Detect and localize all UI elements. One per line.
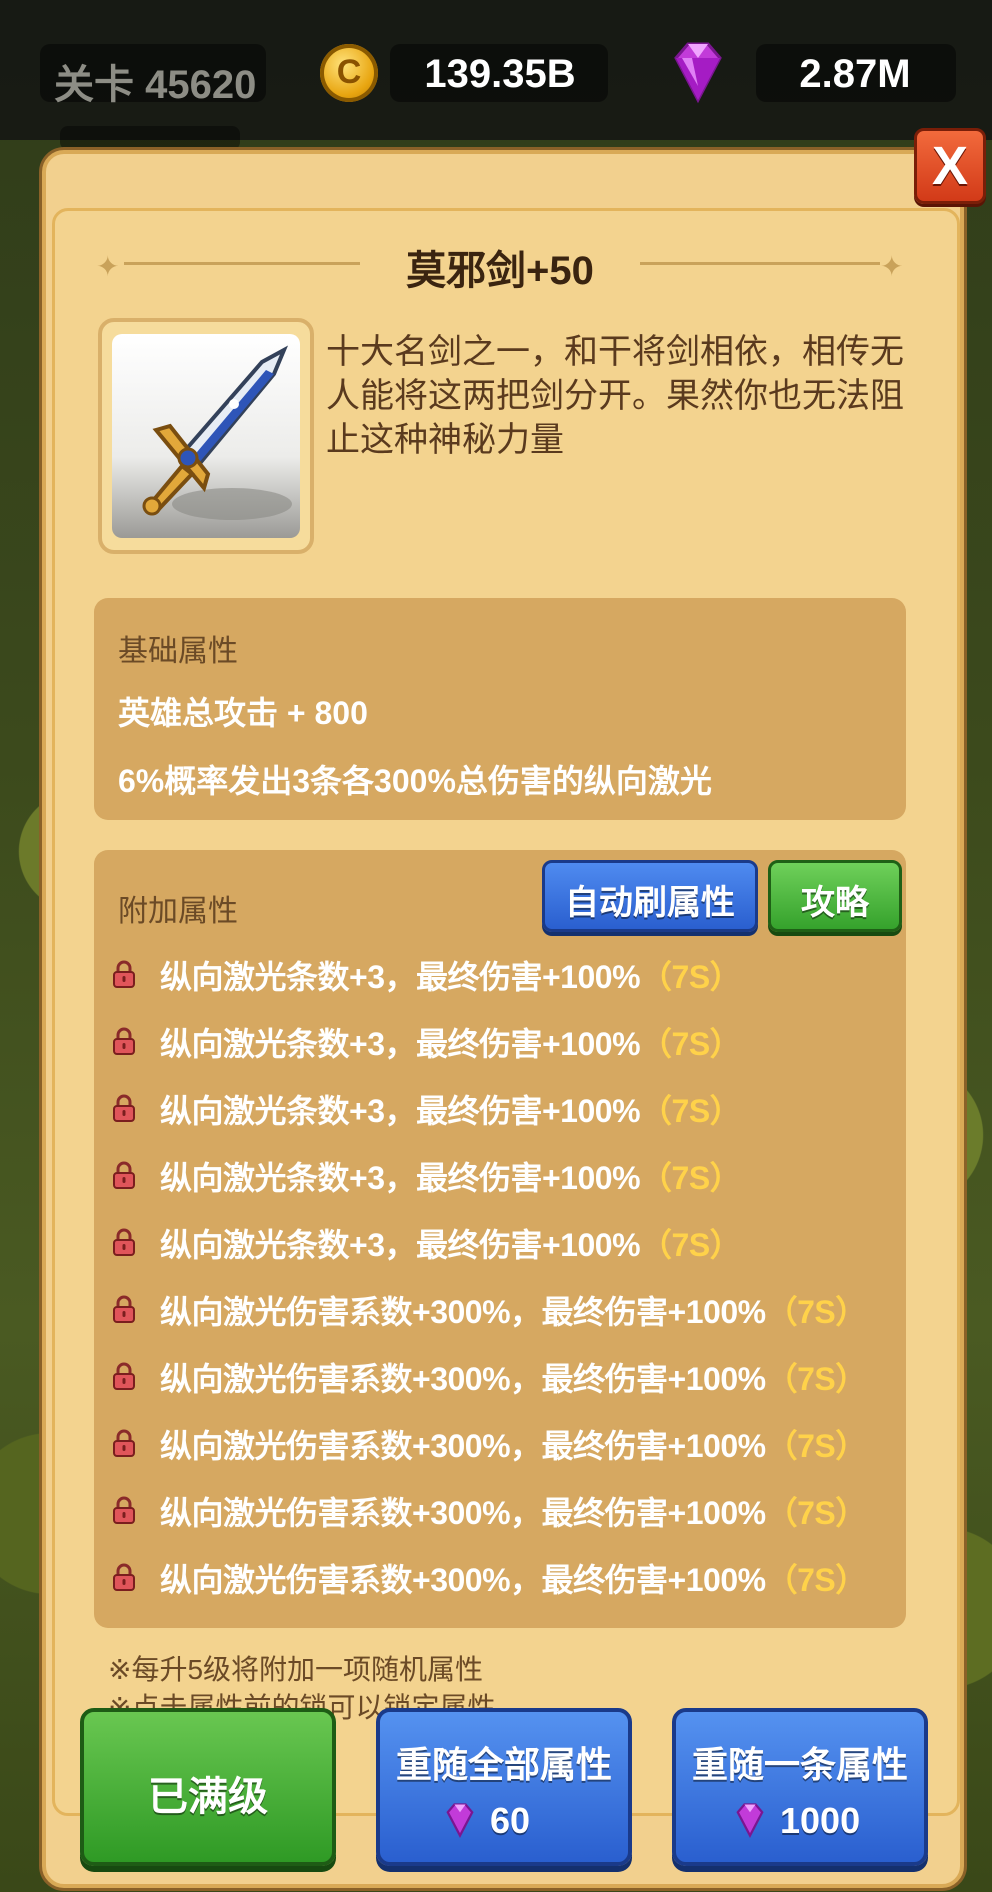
lock-icon[interactable] <box>112 1429 136 1457</box>
item-icon-frame <box>98 318 314 554</box>
reroll-one-button[interactable]: 重随一条属性 1000 <box>672 1708 928 1866</box>
gem-icon <box>674 42 722 104</box>
coin-icon: C <box>320 44 378 102</box>
item-description: 十大名剑之一，和干将剑相依，相传无人能将这两把剑分开。果然你也无法阻止这种神秘力… <box>326 333 904 459</box>
note-line: ※每升5级将附加一项随机属性 <box>108 1654 484 1685</box>
attribute-tier-tag: （7S） <box>640 1160 742 1196</box>
attribute-tier-tag: （7S） <box>765 1294 868 1330</box>
reroll-one-cost: 1000 <box>780 1800 861 1841</box>
base-attribute-line: 英雄总攻击 + 800 <box>118 695 368 731</box>
base-attributes-label: 基础属性 <box>118 635 238 668</box>
attribute-tier-tag: （7S） <box>765 1361 868 1397</box>
attribute-text: 纵向激光条数+3，最终伤害+100% <box>160 959 641 995</box>
attribute-text: 纵向激光条数+3，最终伤害+100% <box>160 1160 641 1196</box>
hud-secondary-bar <box>60 126 240 150</box>
reroll-all-cost: 60 <box>490 1800 531 1841</box>
attribute-tier-tag: （7S） <box>640 959 742 995</box>
attribute-tier-tag: （7S） <box>765 1562 868 1598</box>
lock-icon[interactable] <box>112 1563 136 1591</box>
auto-refresh-button[interactable]: 自动刷属性 <box>542 860 758 932</box>
attribute-tier-tag: （7S） <box>640 1093 742 1129</box>
attribute-text: 纵向激光伤害系数+300%，最终伤害+100% <box>160 1361 766 1397</box>
attribute-text: 纵向激光伤害系数+300%，最终伤害+100% <box>160 1562 766 1598</box>
lock-icon[interactable] <box>112 960 136 988</box>
sword-icon <box>142 345 292 520</box>
max-level-button[interactable]: 已满级 <box>80 1708 336 1866</box>
lock-icon[interactable] <box>112 1094 136 1122</box>
attribute-tier-tag: （7S） <box>765 1428 868 1464</box>
close-icon: X <box>931 136 969 196</box>
gem-amount: 2.87M <box>799 52 911 96</box>
item-title: 莫邪剑+50 <box>406 249 594 293</box>
attribute-text: 纵向激光伤害系数+300%，最终伤害+100% <box>160 1428 766 1464</box>
attribute-text: 纵向激光伤害系数+300%，最终伤害+100% <box>160 1495 766 1531</box>
attribute-tier-tag: （7S） <box>765 1495 868 1531</box>
guide-button[interactable]: 攻略 <box>768 860 902 932</box>
title-ornament-left: ✦ <box>96 251 120 282</box>
lock-icon[interactable] <box>112 1362 136 1390</box>
lock-icon[interactable] <box>112 1027 136 1055</box>
lock-icon[interactable] <box>112 1496 136 1524</box>
level-label: 关卡 45620 <box>54 63 257 107</box>
lock-icon[interactable] <box>112 1295 136 1323</box>
attribute-text: 纵向激光条数+3，最终伤害+100% <box>160 1227 641 1263</box>
attribute-text: 纵向激光条数+3，最终伤害+100% <box>160 1093 641 1129</box>
attribute-text: 纵向激光条数+3，最终伤害+100% <box>160 1026 641 1062</box>
attribute-text: 纵向激光伤害系数+300%，最终伤害+100% <box>160 1294 766 1330</box>
lock-icon[interactable] <box>112 1228 136 1256</box>
extra-attributes-label: 附加属性 <box>118 895 238 928</box>
reroll-all-button[interactable]: 重随全部属性 60 <box>376 1708 632 1866</box>
gem-icon <box>736 1803 764 1838</box>
title-divider-right <box>640 262 880 265</box>
item-image <box>112 334 300 538</box>
close-button[interactable]: X <box>914 128 986 204</box>
gem-icon <box>446 1803 474 1838</box>
attribute-tier-tag: （7S） <box>640 1026 742 1062</box>
lock-icon[interactable] <box>112 1161 136 1189</box>
coin-amount: 139.35B <box>424 52 576 96</box>
title-ornament-right: ✦ <box>880 251 904 282</box>
base-attribute-line: 6%概率发出3条各300%总伤害的纵向激光 <box>118 763 712 799</box>
attribute-tier-tag: （7S） <box>640 1227 742 1263</box>
